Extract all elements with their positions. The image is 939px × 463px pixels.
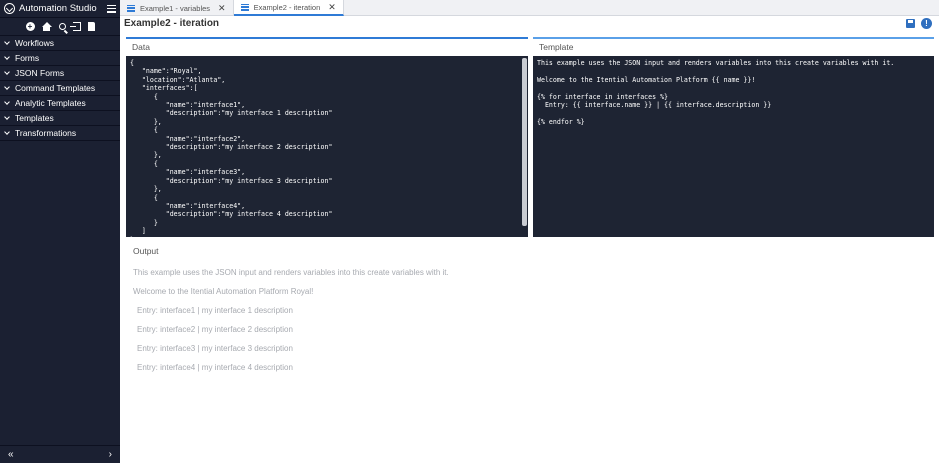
sidebar-item-label: Forms xyxy=(15,53,40,63)
output-intro-text: This example uses the JSON input and ren… xyxy=(133,268,449,277)
tab-example1-variables[interactable]: Example1 - variables ✕ xyxy=(120,0,234,16)
template-editor[interactable]: This example uses the JSON input and ren… xyxy=(533,56,934,237)
data-json-editor[interactable]: { "name":"Royal", "location":"Atlanta", … xyxy=(126,56,528,237)
sidebar-item-forms[interactable]: Forms xyxy=(0,51,120,66)
close-icon[interactable]: ✕ xyxy=(328,2,336,13)
chevron-down-icon xyxy=(4,54,10,60)
data-editor-scrollbar[interactable] xyxy=(522,58,527,226)
output-entry: Entry: interface3 | my interface 3 descr… xyxy=(137,344,293,353)
sidebar-item-command-templates[interactable]: Command Templates xyxy=(0,81,120,96)
expand-sidebar-icon[interactable]: › xyxy=(109,449,112,460)
sidebar-item-templates[interactable]: Templates xyxy=(0,111,120,126)
sidebar-item-label: Workflows xyxy=(15,38,55,48)
home-icon[interactable] xyxy=(41,22,52,31)
save-icon[interactable] xyxy=(906,19,915,28)
tab-example2-iteration[interactable]: Example2 - iteration ✕ xyxy=(233,0,344,16)
sidebar-item-workflows[interactable]: Workflows xyxy=(0,36,120,51)
chevron-down-icon xyxy=(4,84,10,90)
app-root: Automation Studio + Workflows Forms JSON… xyxy=(0,0,939,463)
sidebar-item-label: Transformations xyxy=(15,128,77,138)
chevron-down-icon xyxy=(4,69,10,75)
add-icon[interactable]: + xyxy=(25,22,35,31)
search-icon[interactable] xyxy=(58,23,66,30)
app-title: Automation Studio xyxy=(19,3,97,14)
sidebar-item-json-forms[interactable]: JSON Forms xyxy=(0,66,120,81)
close-icon[interactable]: ✕ xyxy=(218,3,226,14)
automation-studio-logo-icon xyxy=(4,3,15,14)
sidebar-item-label: Templates xyxy=(15,113,54,123)
output-welcome-text: Welcome to the Itential Automation Platf… xyxy=(133,287,314,296)
document-icon[interactable] xyxy=(87,22,95,31)
page-title: Example2 - iteration xyxy=(124,18,220,29)
sidebar-item-label: Command Templates xyxy=(15,83,96,93)
chevron-down-icon xyxy=(4,39,10,45)
output-label: Output xyxy=(133,246,159,256)
sidebar: Automation Studio + Workflows Forms JSON… xyxy=(0,0,120,463)
import-icon[interactable] xyxy=(69,22,81,31)
list-icon xyxy=(127,4,135,12)
data-panel-label: Data xyxy=(132,42,150,52)
sidebar-item-analytic-templates[interactable]: Analytic Templates xyxy=(0,96,120,111)
list-icon xyxy=(240,3,249,11)
sidebar-item-transformations[interactable]: Transformations xyxy=(0,126,120,141)
sidebar-toolbar: + xyxy=(0,18,120,36)
data-panel: Data { "name":"Royal", "location":"Atlan… xyxy=(126,37,528,237)
sidebar-header: Automation Studio xyxy=(0,0,120,18)
hamburger-menu-icon[interactable] xyxy=(107,4,116,13)
sidebar-item-label: Analytic Templates xyxy=(15,98,86,108)
chevron-down-icon xyxy=(4,129,10,135)
chevron-down-icon xyxy=(4,114,10,120)
sidebar-footer: « › xyxy=(0,445,120,463)
output-entry: Entry: interface4 | my interface 4 descr… xyxy=(137,363,293,372)
template-panel: Template This example uses the JSON inpu… xyxy=(533,37,934,237)
output-entry: Entry: interface1 | my interface 1 descr… xyxy=(137,306,293,315)
chevron-down-icon xyxy=(4,99,10,105)
collapse-sidebar-icon[interactable]: « xyxy=(8,449,14,460)
template-panel-label: Template xyxy=(539,42,574,52)
tab-bar: Example1 - variables ✕ Example2 - iterat… xyxy=(120,0,939,16)
tab-label: Example1 - variables xyxy=(140,3,211,13)
info-icon[interactable]: ! xyxy=(921,18,932,29)
tab-label: Example2 - iteration xyxy=(253,2,321,12)
output-entry: Entry: interface2 | my interface 2 descr… xyxy=(137,325,293,334)
sidebar-item-label: JSON Forms xyxy=(15,68,65,78)
